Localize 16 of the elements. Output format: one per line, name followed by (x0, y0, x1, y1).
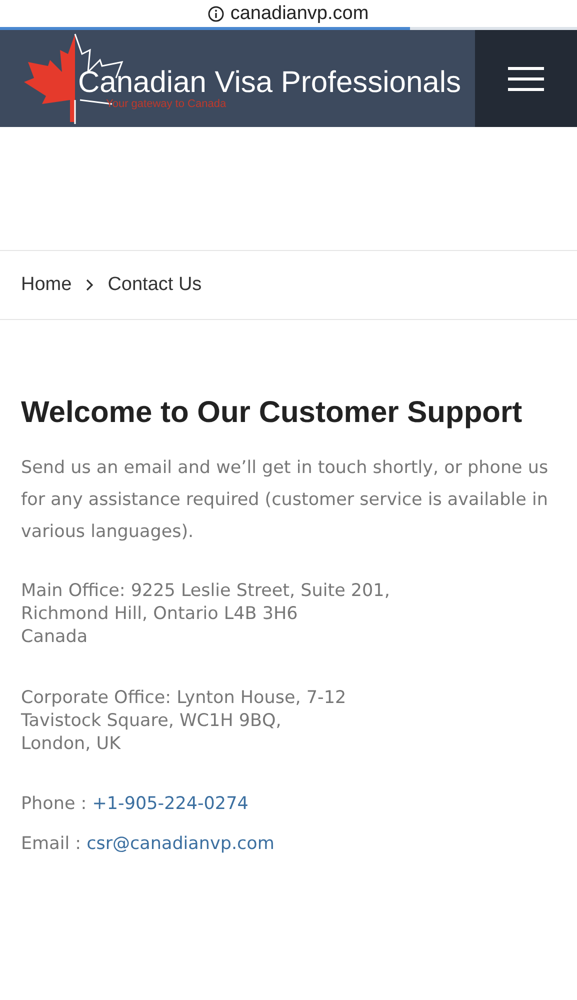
section-heading: Welcome to Our Customer Support (21, 396, 524, 430)
contact-link[interactable]: +1-905-224-0274 (92, 794, 248, 814)
brand-tagline: Your gateway to Canada (106, 98, 228, 110)
brand-name[interactable]: Canadian Visa Professionals (78, 66, 462, 100)
breadcrumb-link[interactable]: Home (21, 274, 72, 296)
breadcrumb-link[interactable]: Contact Us (108, 274, 202, 296)
contact-line: Phone : +1-905-224-0274 (21, 794, 250, 814)
menu-icon[interactable] (508, 66, 544, 90)
contact-line: Email : csr@canadianvp.com (21, 834, 276, 854)
office-address: Main Office: 9225 Leslie Street, Suite 201, Richmond Hill, Ontario L4B 3H6 Canada (21, 580, 391, 649)
info-icon (208, 6, 224, 22)
url-text[interactable]: canadianvp.com (230, 3, 369, 25)
intro-paragraph: Send us an email and we’ll get in touch shortly, or phone us for any assistance required (customer service is available in various languages). (21, 457, 550, 544)
contact-link[interactable]: csr@canadianvp.com (86, 834, 274, 854)
office-address: Corporate Office: Lynton House, 7-12 Tavistock Square, WC1H 9BQ, London, UK (21, 687, 348, 756)
chevron-right-icon (86, 279, 94, 291)
